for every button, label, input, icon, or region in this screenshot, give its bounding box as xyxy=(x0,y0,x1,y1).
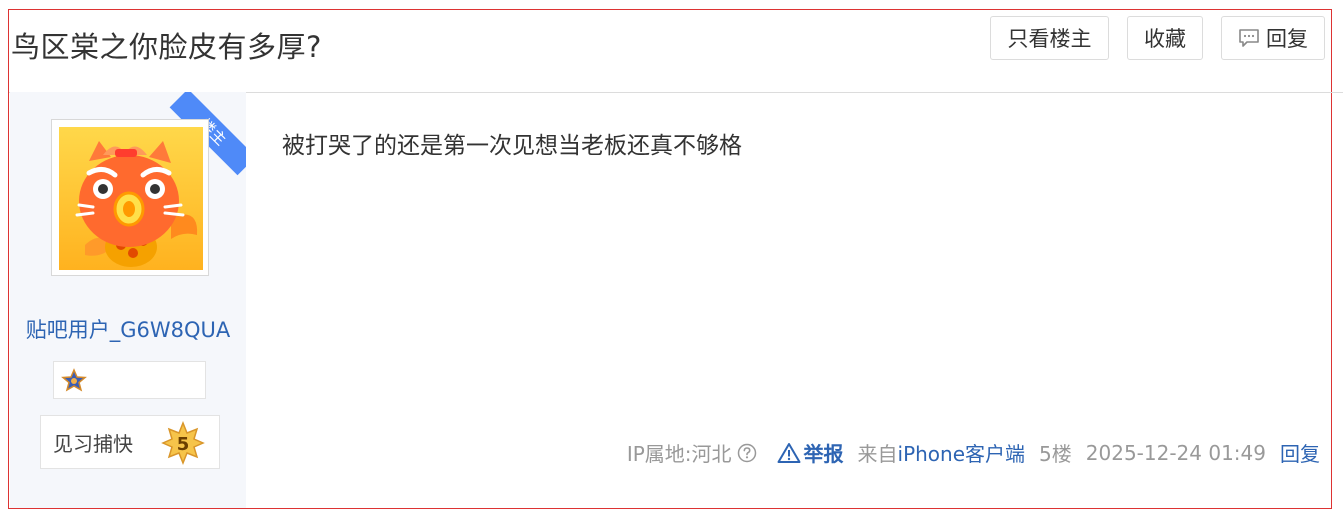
level-badge[interactable]: 见习捕快 5 xyxy=(40,415,220,469)
reply-button-label: 回复 xyxy=(1266,27,1308,51)
only-op-button[interactable]: 只看楼主 xyxy=(990,16,1109,60)
help-icon[interactable] xyxy=(737,443,757,463)
ip-location-text: IP属地:河北 xyxy=(626,442,732,466)
level-title: 见习捕快 xyxy=(53,432,133,456)
badge-box xyxy=(53,361,206,399)
post-source: 来自iPhone客户端 xyxy=(858,438,1026,467)
reply-link[interactable]: 回复 xyxy=(1280,438,1320,467)
avatar[interactable] xyxy=(51,119,209,276)
post-content: 被打哭了的还是第一次见想当老板还真不够格 xyxy=(282,133,742,159)
star-medal-icon[interactable] xyxy=(60,368,88,394)
post-datetime: 2025-12-24 01:49 xyxy=(1085,440,1266,465)
report-label: 举报 xyxy=(803,442,844,466)
author-sidebar: 楼主 贴吧用户_G6W8QUA 见习捕快 5 xyxy=(10,92,246,508)
author-username[interactable]: 贴吧用户_G6W8QUA xyxy=(10,314,246,344)
level-star-icon: 5 xyxy=(161,421,205,465)
reply-button[interactable]: 回复 xyxy=(1221,16,1325,60)
report-link[interactable]: 举报 xyxy=(777,438,844,467)
post-footer: IP属地:河北 举报 来自iPhone客户端 5楼 2025-12-24 01:… xyxy=(627,438,1320,467)
tiger-fish-avatar-icon xyxy=(59,127,203,270)
ip-location: IP属地:河北 xyxy=(627,438,757,467)
source-prefix: 来自 xyxy=(857,442,898,466)
client-link[interactable]: iPhone客户端 xyxy=(898,442,1026,466)
warning-icon xyxy=(777,442,801,463)
thread-header: 鸟区棠之你脸皮有多厚? 只看楼主 收藏 回复 xyxy=(9,10,1343,93)
level-number: 5 xyxy=(177,434,190,455)
thread-title: 鸟区棠之你脸皮有多厚? xyxy=(11,30,322,64)
comment-icon xyxy=(1239,29,1259,47)
favorite-button[interactable]: 收藏 xyxy=(1127,16,1203,60)
floor-number: 5楼 xyxy=(1039,442,1072,466)
